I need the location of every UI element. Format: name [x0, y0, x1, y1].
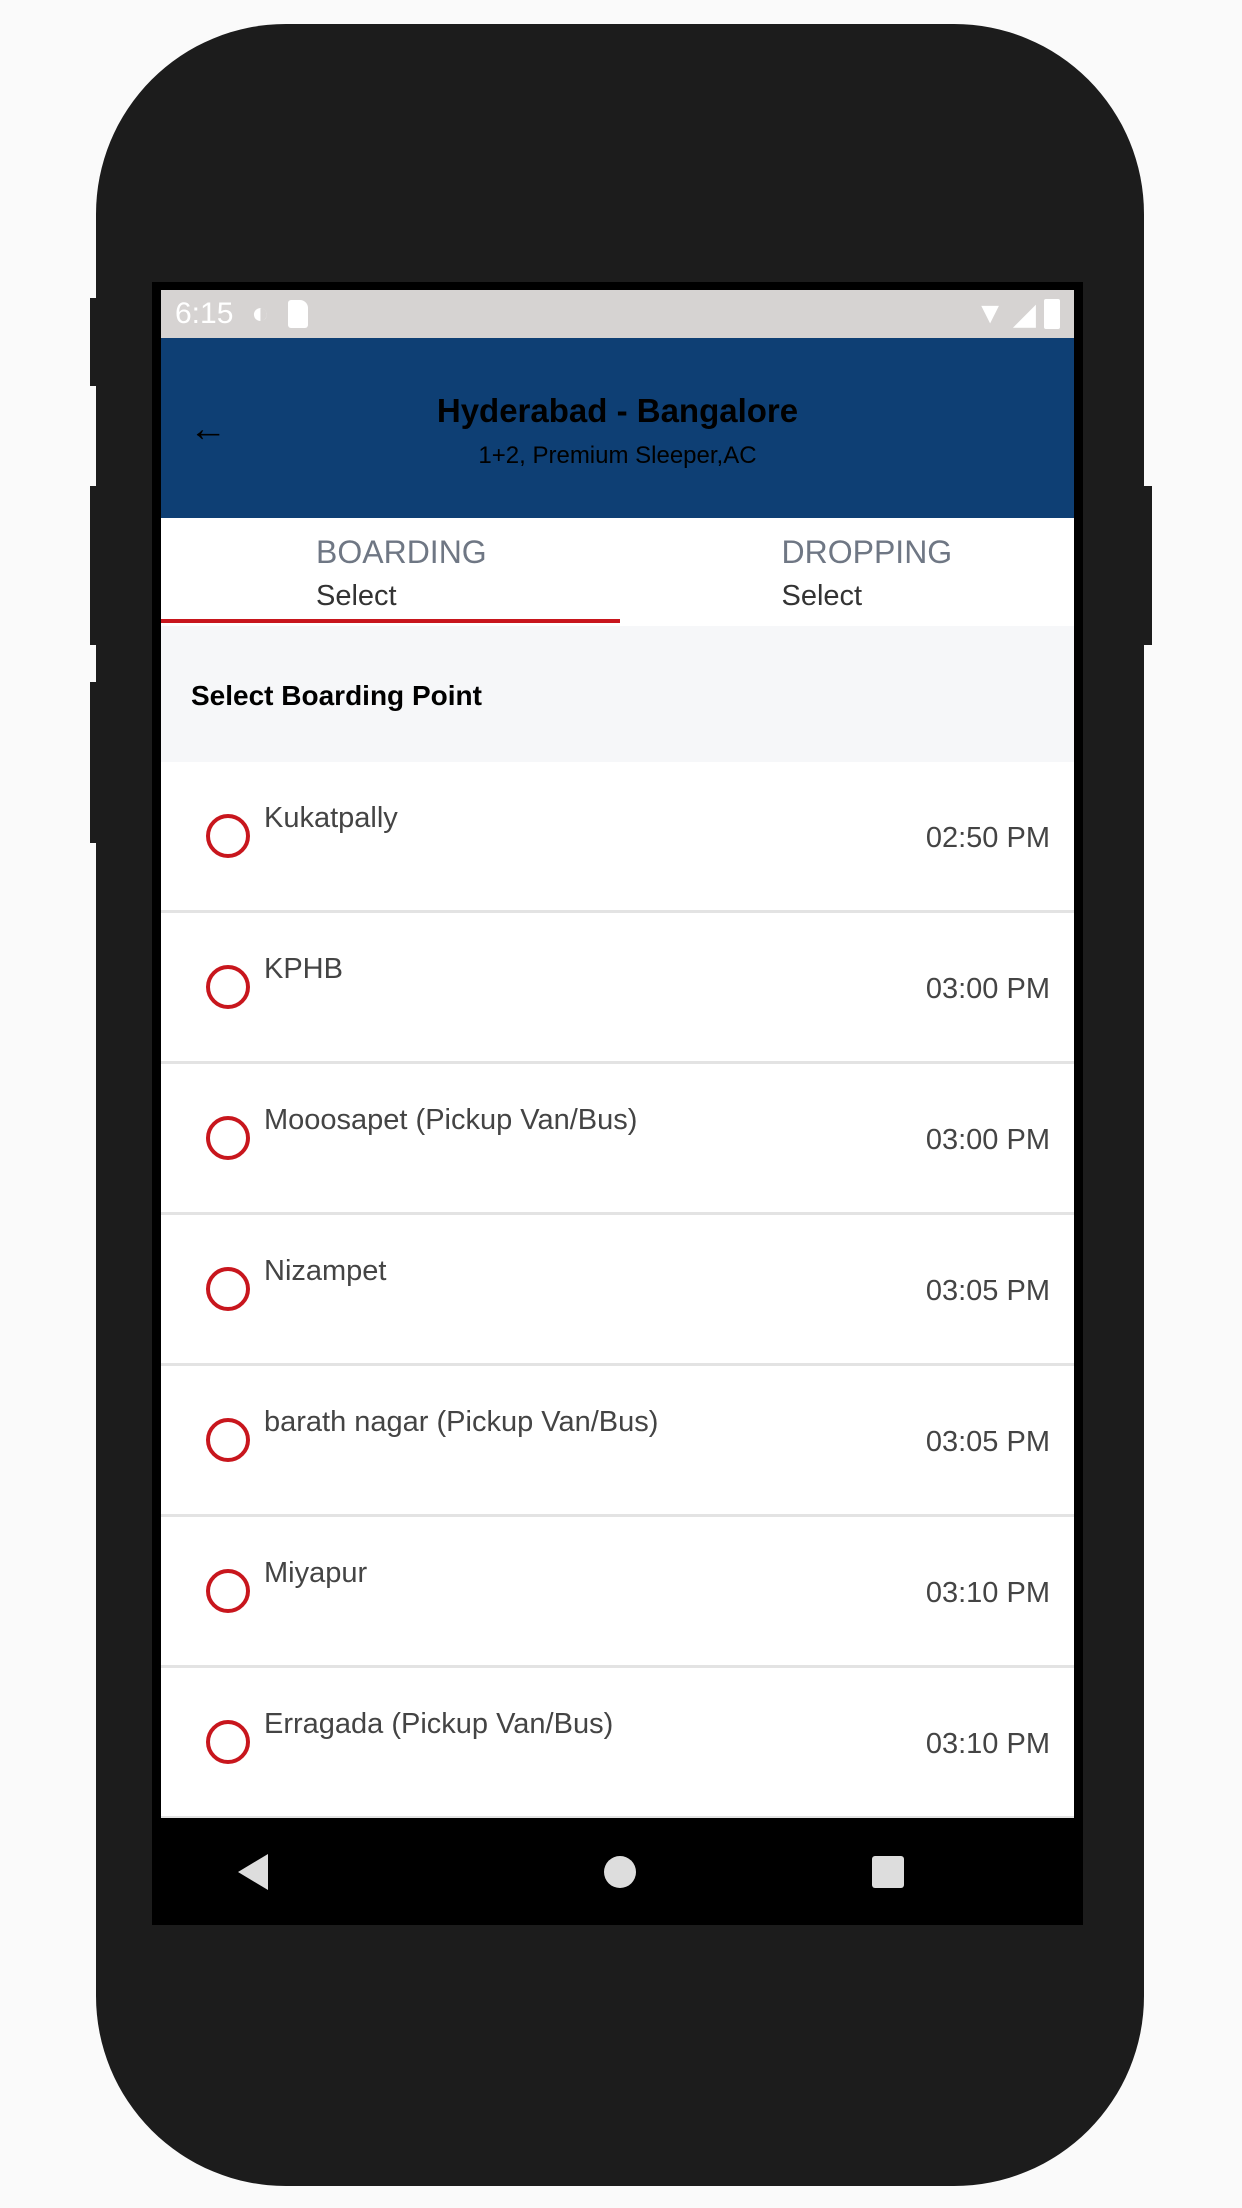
app-header: ← Hyderabad - Bangalore 1+2, Premium Sle… [161, 338, 1074, 518]
point-name: Mooosapet (Pickup Van/Bus) [264, 1104, 638, 1136]
route-title: Hyderabad - Bangalore [436, 392, 799, 429]
point-time: 03:00 PM [925, 1124, 1050, 1156]
back-nav-icon[interactable] [238, 1854, 268, 1890]
point-name: barath nagar (Pickup Van/Bus) [264, 1406, 659, 1438]
tab-value: Select [316, 580, 397, 612]
list-item[interactable]: barath nagar (Pickup Van/Bus) 03:05 PM [161, 1366, 1074, 1517]
list-item[interactable]: Miyapur 03:10 PM [161, 1517, 1074, 1668]
point-name: Erragada (Pickup Van/Bus) [264, 1708, 614, 1740]
radio-button[interactable] [206, 814, 250, 858]
point-name: KPHB [264, 953, 343, 985]
side-button [90, 298, 98, 386]
side-button [90, 486, 98, 645]
recents-nav-icon[interactable] [872, 1856, 904, 1888]
radio-button[interactable] [206, 1569, 250, 1613]
app-screen: 6:15 ◐ ▼ ◢ ← Hyderabad - Bangalore 1+2, … [161, 290, 1074, 1818]
point-time: 03:10 PM [925, 1728, 1050, 1760]
tab-dropping[interactable]: DROPPING Select [618, 518, 1075, 626]
radio-button[interactable] [206, 1267, 250, 1311]
point-time: 03:10 PM [925, 1577, 1050, 1609]
side-button [90, 682, 98, 843]
list-item[interactable]: Kukatpally 02:50 PM [161, 762, 1074, 913]
radio-button[interactable] [206, 1116, 250, 1160]
point-time: 03:00 PM [925, 973, 1050, 1005]
list-item[interactable]: KPHB 03:00 PM [161, 913, 1074, 1064]
status-bar: 6:15 ◐ ▼ ◢ [161, 290, 1074, 338]
tab-label: BOARDING [316, 534, 487, 570]
point-time: 03:05 PM [925, 1426, 1050, 1458]
radio-button[interactable] [206, 1418, 250, 1462]
wifi-icon: ▼ [975, 297, 1005, 330]
battery-icon [1044, 299, 1060, 329]
bus-type: 1+2, Premium Sleeper,AC [478, 442, 757, 469]
navigation-bar [152, 1818, 1083, 1925]
tab-label: DROPPING [781, 534, 953, 570]
status-time: 6:15 [175, 297, 234, 330]
data-saver-icon: ◐ [251, 297, 270, 330]
tab-bar: BOARDING Select DROPPING Select [161, 518, 1074, 626]
point-name: Kukatpally [264, 802, 398, 834]
boarding-point-list: Kukatpally 02:50 PM KPHB 03:00 PM Mooosapet … [161, 762, 1074, 1818]
home-nav-icon[interactable] [604, 1856, 636, 1888]
point-name: Nizampet [264, 1255, 387, 1287]
point-time: 02:50 PM [925, 822, 1050, 854]
radio-button[interactable] [206, 1720, 250, 1764]
point-name: Miyapur [264, 1557, 368, 1589]
side-button [1142, 486, 1152, 645]
list-item[interactable]: Nizampet 03:05 PM [161, 1215, 1074, 1366]
radio-button[interactable] [206, 965, 250, 1009]
active-tab-indicator [161, 619, 620, 623]
tab-value: Select [781, 580, 863, 612]
tab-boarding[interactable]: BOARDING Select [161, 518, 618, 626]
section-title: Select Boarding Point [161, 626, 1074, 762]
point-time: 03:05 PM [925, 1275, 1050, 1307]
sd-card-icon [287, 300, 308, 328]
list-item[interactable]: Erragada (Pickup Van/Bus) 03:10 PM [161, 1668, 1074, 1818]
signal-icon: ◢ [1012, 297, 1036, 331]
list-item[interactable]: Mooosapet (Pickup Van/Bus) 03:00 PM [161, 1064, 1074, 1215]
